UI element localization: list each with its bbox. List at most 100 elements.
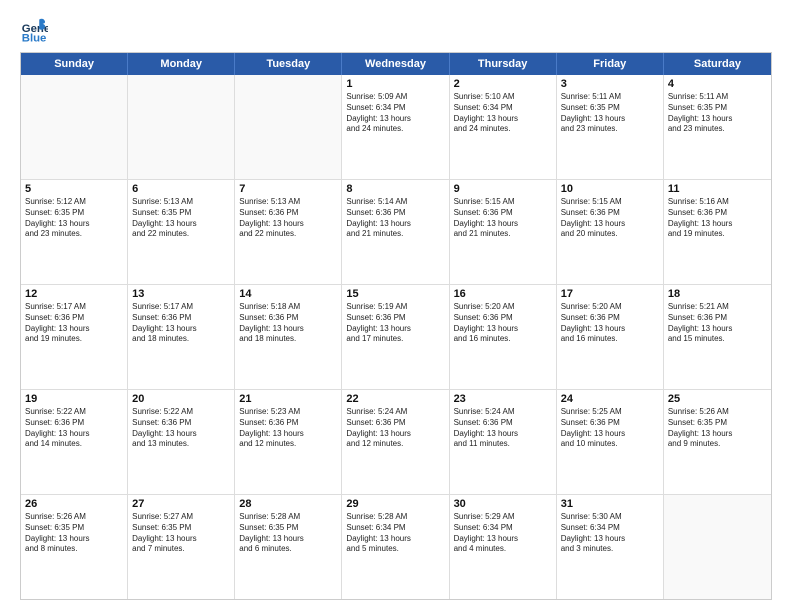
cal-cell-4: 4 Sunrise: 5:11 AM Sunset: 6:35 PM Daylig…	[664, 75, 771, 179]
day-number: 27	[132, 498, 230, 510]
cell-info: Sunrise: 5:21 AM Sunset: 6:36 PM Dayligh…	[668, 302, 767, 345]
week-row-2: 12 Sunrise: 5:17 AM Sunset: 6:36 PM Dayli…	[21, 285, 771, 390]
header-day-wednesday: Wednesday	[342, 53, 449, 75]
cell-info: Sunrise: 5:28 AM Sunset: 6:35 PM Dayligh…	[239, 512, 337, 555]
day-number: 19	[25, 393, 123, 405]
day-number: 28	[239, 498, 337, 510]
cal-cell-10: 10 Sunrise: 5:15 AM Sunset: 6:36 PM Dayli…	[557, 180, 664, 284]
cell-info: Sunrise: 5:26 AM Sunset: 6:35 PM Dayligh…	[25, 512, 123, 555]
day-number: 9	[454, 183, 552, 195]
day-number: 13	[132, 288, 230, 300]
day-number: 10	[561, 183, 659, 195]
cell-info: Sunrise: 5:11 AM Sunset: 6:35 PM Dayligh…	[561, 92, 659, 135]
cal-cell-17: 17 Sunrise: 5:20 AM Sunset: 6:36 PM Dayli…	[557, 285, 664, 389]
day-number: 14	[239, 288, 337, 300]
cal-cell-23: 23 Sunrise: 5:24 AM Sunset: 6:36 PM Dayli…	[450, 390, 557, 494]
cal-cell-9: 9 Sunrise: 5:15 AM Sunset: 6:36 PM Daylig…	[450, 180, 557, 284]
cal-cell-18: 18 Sunrise: 5:21 AM Sunset: 6:36 PM Dayli…	[664, 285, 771, 389]
header-day-thursday: Thursday	[450, 53, 557, 75]
cell-info: Sunrise: 5:29 AM Sunset: 6:34 PM Dayligh…	[454, 512, 552, 555]
day-number: 31	[561, 498, 659, 510]
cal-cell-5: 5 Sunrise: 5:12 AM Sunset: 6:35 PM Daylig…	[21, 180, 128, 284]
calendar-page: General Blue SundayMondayTuesdayWednesda…	[0, 0, 792, 612]
cell-info: Sunrise: 5:25 AM Sunset: 6:36 PM Dayligh…	[561, 407, 659, 450]
page-header: General Blue	[20, 16, 772, 44]
cal-cell-19: 19 Sunrise: 5:22 AM Sunset: 6:36 PM Dayli…	[21, 390, 128, 494]
cell-info: Sunrise: 5:11 AM Sunset: 6:35 PM Dayligh…	[668, 92, 767, 135]
day-number: 30	[454, 498, 552, 510]
day-number: 23	[454, 393, 552, 405]
cell-info: Sunrise: 5:22 AM Sunset: 6:36 PM Dayligh…	[25, 407, 123, 450]
day-number: 20	[132, 393, 230, 405]
cal-cell-empty-0-2	[235, 75, 342, 179]
cal-cell-27: 27 Sunrise: 5:27 AM Sunset: 6:35 PM Dayli…	[128, 495, 235, 599]
cell-info: Sunrise: 5:10 AM Sunset: 6:34 PM Dayligh…	[454, 92, 552, 135]
week-row-3: 19 Sunrise: 5:22 AM Sunset: 6:36 PM Dayli…	[21, 390, 771, 495]
day-number: 17	[561, 288, 659, 300]
cell-info: Sunrise: 5:15 AM Sunset: 6:36 PM Dayligh…	[561, 197, 659, 240]
cell-info: Sunrise: 5:23 AM Sunset: 6:36 PM Dayligh…	[239, 407, 337, 450]
day-number: 18	[668, 288, 767, 300]
cal-cell-28: 28 Sunrise: 5:28 AM Sunset: 6:35 PM Dayli…	[235, 495, 342, 599]
cell-info: Sunrise: 5:15 AM Sunset: 6:36 PM Dayligh…	[454, 197, 552, 240]
day-number: 29	[346, 498, 444, 510]
cal-cell-29: 29 Sunrise: 5:28 AM Sunset: 6:34 PM Dayli…	[342, 495, 449, 599]
cell-info: Sunrise: 5:20 AM Sunset: 6:36 PM Dayligh…	[561, 302, 659, 345]
cell-info: Sunrise: 5:27 AM Sunset: 6:35 PM Dayligh…	[132, 512, 230, 555]
day-number: 24	[561, 393, 659, 405]
cell-info: Sunrise: 5:20 AM Sunset: 6:36 PM Dayligh…	[454, 302, 552, 345]
cal-cell-12: 12 Sunrise: 5:17 AM Sunset: 6:36 PM Dayli…	[21, 285, 128, 389]
cal-cell-22: 22 Sunrise: 5:24 AM Sunset: 6:36 PM Dayli…	[342, 390, 449, 494]
cell-info: Sunrise: 5:24 AM Sunset: 6:36 PM Dayligh…	[346, 407, 444, 450]
cal-cell-8: 8 Sunrise: 5:14 AM Sunset: 6:36 PM Daylig…	[342, 180, 449, 284]
week-row-1: 5 Sunrise: 5:12 AM Sunset: 6:35 PM Daylig…	[21, 180, 771, 285]
cell-info: Sunrise: 5:17 AM Sunset: 6:36 PM Dayligh…	[25, 302, 123, 345]
day-number: 25	[668, 393, 767, 405]
day-number: 6	[132, 183, 230, 195]
header-day-saturday: Saturday	[664, 53, 771, 75]
cal-cell-empty-0-0	[21, 75, 128, 179]
cell-info: Sunrise: 5:22 AM Sunset: 6:36 PM Dayligh…	[132, 407, 230, 450]
cal-cell-16: 16 Sunrise: 5:20 AM Sunset: 6:36 PM Dayli…	[450, 285, 557, 389]
cal-cell-2: 2 Sunrise: 5:10 AM Sunset: 6:34 PM Daylig…	[450, 75, 557, 179]
cal-cell-13: 13 Sunrise: 5:17 AM Sunset: 6:36 PM Dayli…	[128, 285, 235, 389]
day-number: 4	[668, 78, 767, 90]
day-number: 8	[346, 183, 444, 195]
day-number: 21	[239, 393, 337, 405]
header-day-tuesday: Tuesday	[235, 53, 342, 75]
cell-info: Sunrise: 5:18 AM Sunset: 6:36 PM Dayligh…	[239, 302, 337, 345]
cell-info: Sunrise: 5:13 AM Sunset: 6:36 PM Dayligh…	[239, 197, 337, 240]
cell-info: Sunrise: 5:17 AM Sunset: 6:36 PM Dayligh…	[132, 302, 230, 345]
cell-info: Sunrise: 5:13 AM Sunset: 6:35 PM Dayligh…	[132, 197, 230, 240]
cell-info: Sunrise: 5:19 AM Sunset: 6:36 PM Dayligh…	[346, 302, 444, 345]
logo-icon: General Blue	[20, 16, 48, 44]
cal-cell-3: 3 Sunrise: 5:11 AM Sunset: 6:35 PM Daylig…	[557, 75, 664, 179]
cal-cell-20: 20 Sunrise: 5:22 AM Sunset: 6:36 PM Dayli…	[128, 390, 235, 494]
cal-cell-15: 15 Sunrise: 5:19 AM Sunset: 6:36 PM Dayli…	[342, 285, 449, 389]
day-number: 1	[346, 78, 444, 90]
cal-cell-31: 31Sunrise: 5:30 AM Sunset: 6:34 PM Dayli…	[557, 495, 664, 599]
cell-info: Sunrise: 5:16 AM Sunset: 6:36 PM Dayligh…	[668, 197, 767, 240]
day-number: 16	[454, 288, 552, 300]
svg-text:Blue: Blue	[22, 32, 47, 44]
calendar-body: 1Sunrise: 5:09 AM Sunset: 6:34 PM Daylig…	[21, 75, 771, 599]
day-number: 3	[561, 78, 659, 90]
header-day-sunday: Sunday	[21, 53, 128, 75]
cal-cell-6: 6 Sunrise: 5:13 AM Sunset: 6:35 PM Daylig…	[128, 180, 235, 284]
logo: General Blue	[20, 16, 54, 44]
cal-cell-empty-0-1	[128, 75, 235, 179]
cal-cell-25: 25Sunrise: 5:26 AM Sunset: 6:35 PM Dayli…	[664, 390, 771, 494]
day-number: 2	[454, 78, 552, 90]
cell-info: Sunrise: 5:24 AM Sunset: 6:36 PM Dayligh…	[454, 407, 552, 450]
day-number: 15	[346, 288, 444, 300]
cell-info: Sunrise: 5:12 AM Sunset: 6:35 PM Dayligh…	[25, 197, 123, 240]
cal-cell-24: 24 Sunrise: 5:25 AM Sunset: 6:36 PM Dayli…	[557, 390, 664, 494]
day-number: 12	[25, 288, 123, 300]
day-number: 5	[25, 183, 123, 195]
cell-info: Sunrise: 5:28 AM Sunset: 6:34 PM Dayligh…	[346, 512, 444, 555]
calendar: SundayMondayTuesdayWednesdayThursdayFrid…	[20, 52, 772, 600]
cal-cell-30: 30 Sunrise: 5:29 AM Sunset: 6:34 PM Dayli…	[450, 495, 557, 599]
day-number: 22	[346, 393, 444, 405]
cell-info: Sunrise: 5:14 AM Sunset: 6:36 PM Dayligh…	[346, 197, 444, 240]
cal-cell-empty-4-6	[664, 495, 771, 599]
